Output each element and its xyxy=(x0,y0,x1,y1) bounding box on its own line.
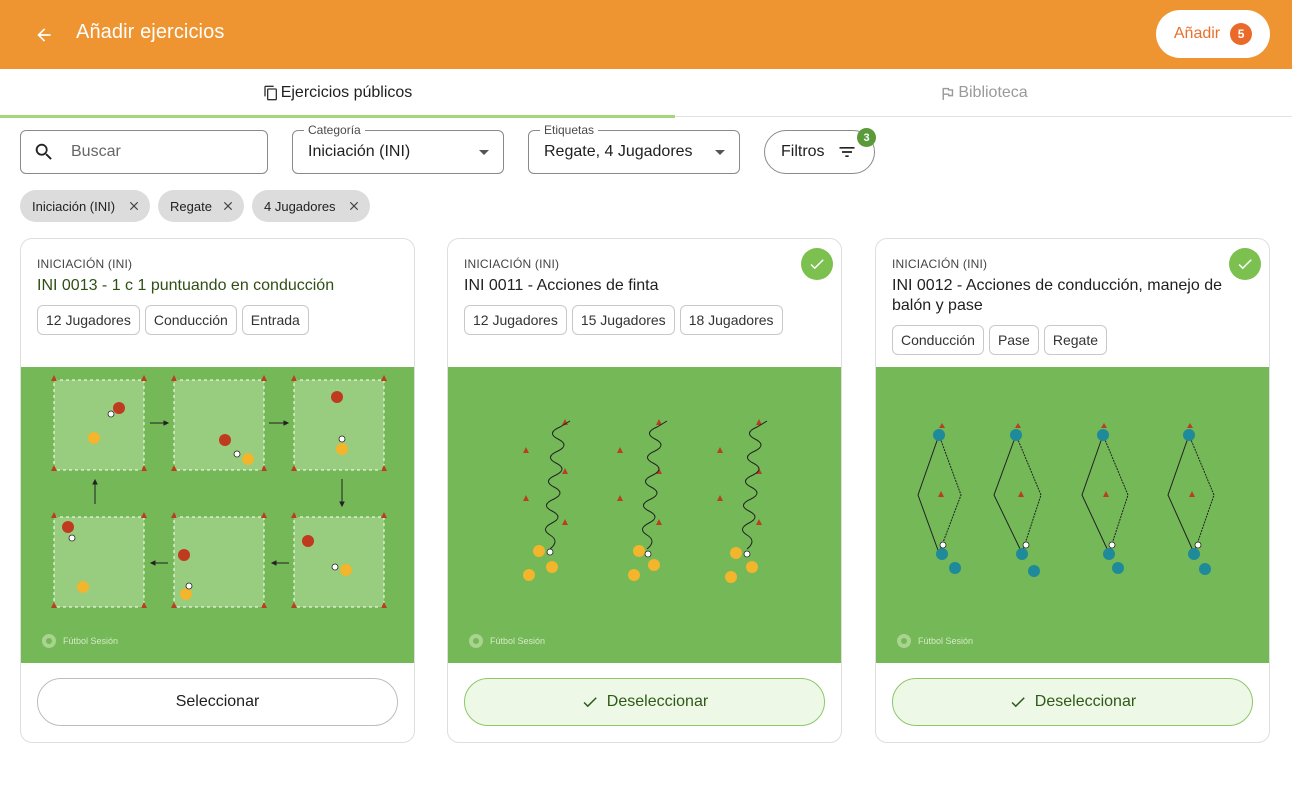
add-button[interactable]: Añadir 5 xyxy=(1156,10,1270,58)
deselect-button[interactable]: Deseleccionar xyxy=(464,678,825,726)
select-button[interactable]: Seleccionar xyxy=(37,678,398,726)
tag: Conducción xyxy=(144,305,237,335)
arrow-left-icon xyxy=(37,28,51,42)
filter-chip: Iniciación (INI) xyxy=(20,190,150,222)
check-icon xyxy=(583,697,597,708)
football-logo-icon xyxy=(897,634,911,648)
filters-button-label: Filtros xyxy=(781,143,825,160)
search-icon xyxy=(35,143,52,160)
tag: Entrada xyxy=(241,305,309,335)
card-tags: 12 Jugadores 15 Jugadores 18 Jugadores xyxy=(464,305,783,335)
close-icon[interactable] xyxy=(347,199,361,213)
add-count-badge: 5 xyxy=(1230,23,1253,45)
card-tags: Conducción Pase Regate xyxy=(892,325,1108,355)
exercise-card[interactable]: INICIACIÓN (INI) INI 0013 - 1 c 1 puntua… xyxy=(20,238,415,743)
watermark: Fútbol Sesión xyxy=(41,633,118,649)
labels-select-label: Etiquetas xyxy=(540,123,599,137)
exercise-diagram: Fútbol Sesión xyxy=(448,367,841,663)
selected-check-icon xyxy=(801,248,833,280)
tag: 12 Jugadores xyxy=(464,305,567,335)
tag: Regate xyxy=(1043,325,1108,355)
exercise-diagram: Fútbol Sesión xyxy=(876,367,1269,663)
close-icon[interactable] xyxy=(127,199,141,213)
select-button-label: Seleccionar xyxy=(175,693,260,710)
caret-down-icon xyxy=(479,150,489,155)
exercise-card[interactable]: INICIACIÓN (INI) INI 0012 - Acciones de … xyxy=(875,238,1270,743)
card-category: INICIACIÓN (INI) xyxy=(37,257,133,271)
close-icon[interactable] xyxy=(221,199,235,213)
deselect-button[interactable]: Deseleccionar xyxy=(892,678,1253,726)
football-logo-icon xyxy=(42,634,56,648)
tab-library[interactable]: Biblioteca xyxy=(675,69,1292,117)
tab-label: Biblioteca xyxy=(958,84,1028,101)
add-button-label: Añadir xyxy=(1173,25,1221,42)
search-input[interactable] xyxy=(71,143,251,161)
tag: 12 Jugadores xyxy=(37,305,140,335)
tab-label: Ejercicios públicos xyxy=(280,84,413,101)
tag: 18 Jugadores xyxy=(679,305,783,335)
caret-down-icon xyxy=(715,150,725,155)
labels-select-value: Regate, 4 Jugadores xyxy=(544,143,693,160)
card-category: INICIACIÓN (INI) xyxy=(464,257,560,271)
labels-select[interactable]: Etiquetas Regate, 4 Jugadores xyxy=(528,123,740,174)
chip-label: Iniciación (INI) xyxy=(32,198,116,214)
check-icon xyxy=(1011,697,1025,708)
page-title: Añadir ejercicios xyxy=(76,21,225,43)
tag: Pase xyxy=(988,325,1039,355)
app-bar: Añadir ejercicios Añadir 5 xyxy=(0,0,1292,69)
exercise-diagram: Fútbol Sesión xyxy=(21,367,414,663)
deselect-button-label: Deseleccionar xyxy=(606,693,709,710)
filter-chip: 4 Jugadores xyxy=(252,190,370,222)
tab-bar: Ejercicios públicos Biblioteca xyxy=(0,69,1292,118)
deselect-button-label: Deseleccionar xyxy=(1034,693,1137,710)
chip-label: Regate xyxy=(170,198,212,214)
card-category: INICIACIÓN (INI) xyxy=(892,257,988,271)
card-title: INI 0013 - 1 c 1 puntuando en conducción xyxy=(37,277,335,294)
chip-label: 4 Jugadores xyxy=(264,198,336,214)
exercise-card[interactable]: INICIACIÓN (INI) INI 0011 - Acciones de … xyxy=(447,238,842,743)
tag: Conducción xyxy=(892,325,984,355)
tab-public-exercises[interactable]: Ejercicios públicos xyxy=(0,69,675,118)
category-select[interactable]: Categoría Iniciación (INI) xyxy=(292,123,504,174)
category-select-value: Iniciación (INI) xyxy=(308,143,411,160)
flag-icon xyxy=(942,87,954,100)
card-title: INI 0011 - Acciones de finta xyxy=(464,277,659,294)
card-tags: 12 Jugadores Conducción Entrada xyxy=(37,305,309,335)
selected-check-icon xyxy=(1229,248,1261,280)
back-button[interactable] xyxy=(26,17,62,53)
filter-chip: Regate xyxy=(158,190,244,222)
watermark: Fútbol Sesión xyxy=(896,633,973,649)
watermark: Fútbol Sesión xyxy=(468,633,545,649)
filter-list-icon xyxy=(839,147,855,157)
filters-count-badge: 3 xyxy=(857,128,876,147)
card-title: INI 0012 - Acciones de conducción, manej… xyxy=(892,277,1222,314)
tag: 15 Jugadores xyxy=(571,305,675,335)
search-field[interactable] xyxy=(20,130,268,174)
category-select-label: Categoría xyxy=(304,123,365,137)
copy-icon xyxy=(264,85,277,101)
football-logo-icon xyxy=(469,634,483,648)
